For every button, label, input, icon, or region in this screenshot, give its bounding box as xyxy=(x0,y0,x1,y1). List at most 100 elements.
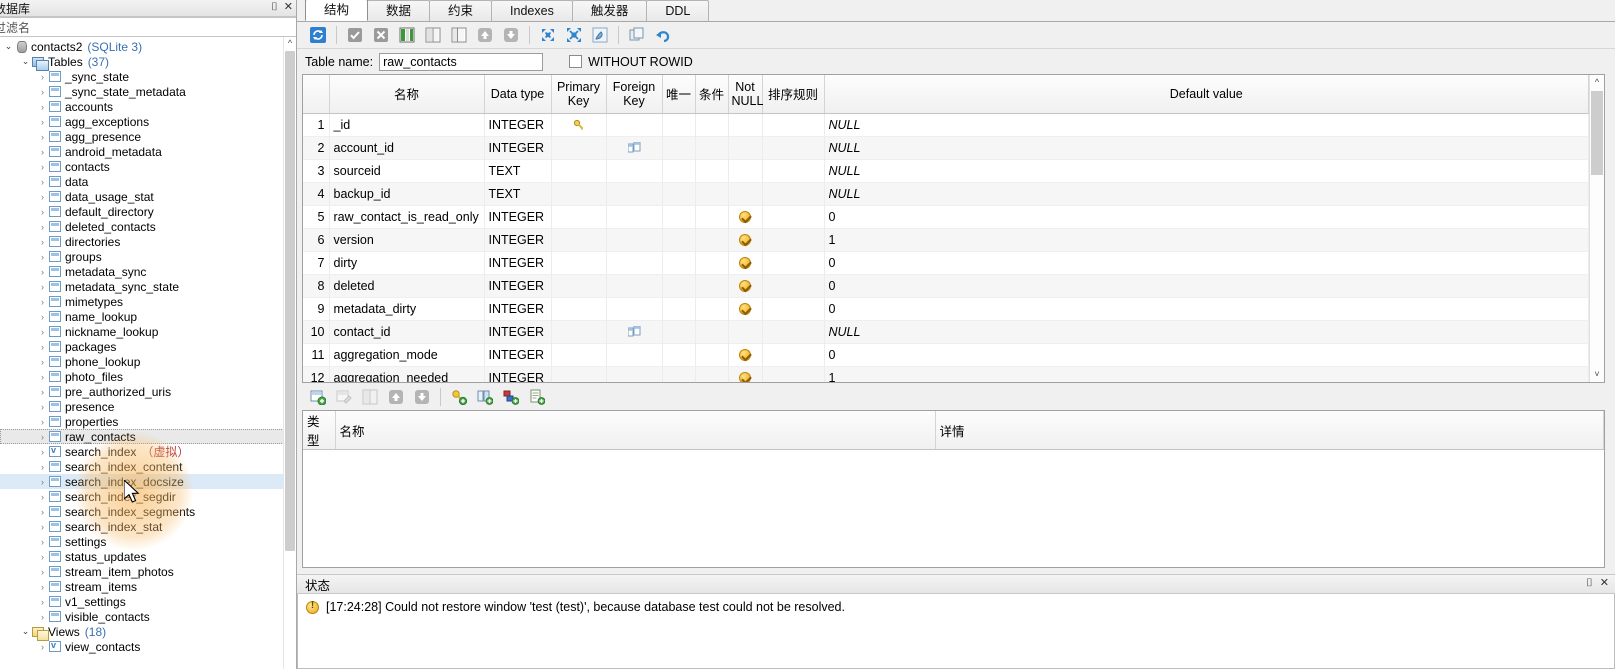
index-table[interactable]: 类型 名称 详情 xyxy=(303,411,1604,450)
delete-index-icon[interactable] xyxy=(357,386,383,408)
grid-scroll-thumb[interactable] xyxy=(1591,91,1603,175)
data-type-cell[interactable]: TEXT xyxy=(484,182,552,206)
unique-cell[interactable] xyxy=(662,228,696,252)
row-number[interactable]: 11 xyxy=(303,343,330,367)
not-null-cell[interactable] xyxy=(728,297,763,321)
structure-col-header-3[interactable]: Primary Key xyxy=(551,75,607,114)
index-down-icon[interactable] xyxy=(409,386,435,408)
primary-key-cell[interactable] xyxy=(551,251,607,275)
chevron-right-icon[interactable]: › xyxy=(36,342,49,352)
column-name-cell[interactable]: raw_contact_is_read_only xyxy=(329,205,485,229)
structure-table[interactable]: 名称 Data type Primary Key Foreign Key 唯一 条件 Not… xyxy=(303,75,1589,382)
chevron-right-icon[interactable]: › xyxy=(36,192,49,202)
table-row[interactable]: 2 account_id INTEGER NULL xyxy=(303,136,1589,160)
data-type-cell[interactable]: INTEGER xyxy=(484,343,552,367)
not-null-cell[interactable] xyxy=(728,251,763,275)
index-grid[interactable]: 类型 名称 详情 xyxy=(302,410,1605,568)
tree-item-database[interactable]: ⌄ contacts2 (SQLite 3) xyxy=(0,39,296,54)
without-rowid-checkbox[interactable] xyxy=(569,55,583,68)
tree-filter-input[interactable]: 过滤名 xyxy=(0,17,296,37)
chevron-right-icon[interactable]: › xyxy=(36,642,49,652)
unique-cell[interactable] xyxy=(662,297,696,321)
tree-item-table-search_index_content[interactable]: › search_index_content xyxy=(0,459,296,474)
condition-cell[interactable] xyxy=(695,182,729,206)
foreign-key-cell[interactable] xyxy=(606,228,663,252)
condition-cell[interactable] xyxy=(695,274,729,298)
collation-cell[interactable] xyxy=(762,274,825,298)
not-null-cell[interactable] xyxy=(728,113,763,137)
chevron-right-icon[interactable]: › xyxy=(36,477,49,487)
not-null-cell[interactable] xyxy=(728,228,763,252)
add-primary-key-icon[interactable] xyxy=(446,386,472,408)
primary-key-cell[interactable] xyxy=(551,113,607,137)
primary-key-cell[interactable] xyxy=(551,274,607,298)
chevron-right-icon[interactable]: › xyxy=(36,87,49,97)
tree-item-table-metadata_sync[interactable]: › metadata_sync xyxy=(0,264,296,279)
edit-index-icon[interactable] xyxy=(331,386,357,408)
primary-key-cell[interactable] xyxy=(551,366,607,382)
tree-scrollbar[interactable]: ^ xyxy=(283,37,296,669)
tree-item-table-deleted_contacts[interactable]: › deleted_contacts xyxy=(0,219,296,234)
data-type-cell[interactable]: INTEGER xyxy=(484,205,552,229)
default-value-cell[interactable]: 0 xyxy=(824,343,1589,367)
tree-item-table-name_lookup[interactable]: › name_lookup xyxy=(0,309,296,324)
structure-col-header-6[interactable]: 条件 xyxy=(695,75,729,114)
tree-item-table-phone_lookup[interactable]: › phone_lookup xyxy=(0,354,296,369)
foreign-key-cell[interactable] xyxy=(606,136,663,160)
primary-key-cell[interactable] xyxy=(551,136,607,160)
tree-item-table-_sync_state[interactable]: › _sync_state xyxy=(0,69,296,84)
foreign-key-cell[interactable] xyxy=(606,343,663,367)
chevron-right-icon[interactable]: › xyxy=(36,567,49,577)
tree-item-table-status_updates[interactable]: › status_updates xyxy=(0,549,296,564)
index-toolbar[interactable] xyxy=(297,383,1615,410)
condition-cell[interactable] xyxy=(695,205,729,229)
undo-icon[interactable] xyxy=(650,24,676,46)
condition-cell[interactable] xyxy=(695,113,729,137)
index-col-header-0[interactable]: 类型 xyxy=(303,411,336,450)
table-row[interactable]: 7 dirty INTEGER 0 xyxy=(303,251,1589,275)
rollback-icon[interactable] xyxy=(368,24,394,46)
not-null-cell[interactable] xyxy=(728,205,763,229)
tree-item-table-search_index_docsize[interactable]: › search_index_docsize xyxy=(0,474,296,489)
primary-key-cell[interactable] xyxy=(551,320,607,344)
condition-cell[interactable] xyxy=(695,366,729,382)
foreign-key-cell[interactable] xyxy=(606,205,663,229)
chevron-right-icon[interactable]: › xyxy=(36,597,49,607)
column-name-cell[interactable]: backup_id xyxy=(329,182,485,206)
structure-col-header-0[interactable] xyxy=(303,75,330,114)
tree-item-table-presence[interactable]: › presence xyxy=(0,399,296,414)
erase-icon[interactable] xyxy=(587,24,613,46)
default-value-cell[interactable]: 0 xyxy=(824,251,1589,275)
default-value-cell[interactable]: NULL xyxy=(824,136,1589,160)
chevron-down-icon[interactable]: ⌄ xyxy=(19,56,32,67)
tree-item-table-default_directory[interactable]: › default_directory xyxy=(0,204,296,219)
chevron-right-icon[interactable]: › xyxy=(36,162,49,172)
status-close-button[interactable]: ✕ xyxy=(1600,577,1609,590)
data-type-cell[interactable]: INTEGER xyxy=(484,251,552,275)
primary-key-cell[interactable] xyxy=(551,205,607,229)
chevron-right-icon[interactable]: › xyxy=(36,72,49,82)
row-number[interactable]: 4 xyxy=(303,182,330,206)
move-up-icon[interactable] xyxy=(472,24,498,46)
structure-col-header-4[interactable]: Foreign Key xyxy=(606,75,663,114)
chevron-right-icon[interactable]: › xyxy=(36,177,49,187)
duplicate-icon[interactable] xyxy=(624,24,650,46)
database-tree[interactable]: ^ ⌄ contacts2 (SQLite 3) ⌄ Tables (37) › _sync_… xyxy=(0,37,296,669)
condition-cell[interactable] xyxy=(695,159,729,183)
primary-key-cell[interactable] xyxy=(551,228,607,252)
foreign-key-cell[interactable] xyxy=(606,113,663,137)
chevron-right-icon[interactable]: › xyxy=(36,357,49,367)
condition-cell[interactable] xyxy=(695,343,729,367)
column-name-cell[interactable]: sourceid xyxy=(329,159,485,183)
not-null-cell[interactable] xyxy=(728,343,763,367)
chevron-right-icon[interactable]: › xyxy=(36,417,49,427)
condition-cell[interactable] xyxy=(695,297,729,321)
tree-item-views-group[interactable]: ⌄ Views (18) xyxy=(0,624,296,641)
foreign-key-cell[interactable] xyxy=(606,274,663,298)
not-null-cell[interactable] xyxy=(728,320,763,344)
refresh-icon[interactable] xyxy=(305,24,331,46)
chevron-right-icon[interactable]: › xyxy=(36,402,49,412)
primary-key-cell[interactable] xyxy=(551,182,607,206)
chevron-right-icon[interactable]: › xyxy=(36,507,49,517)
add-check-icon[interactable] xyxy=(524,386,550,408)
